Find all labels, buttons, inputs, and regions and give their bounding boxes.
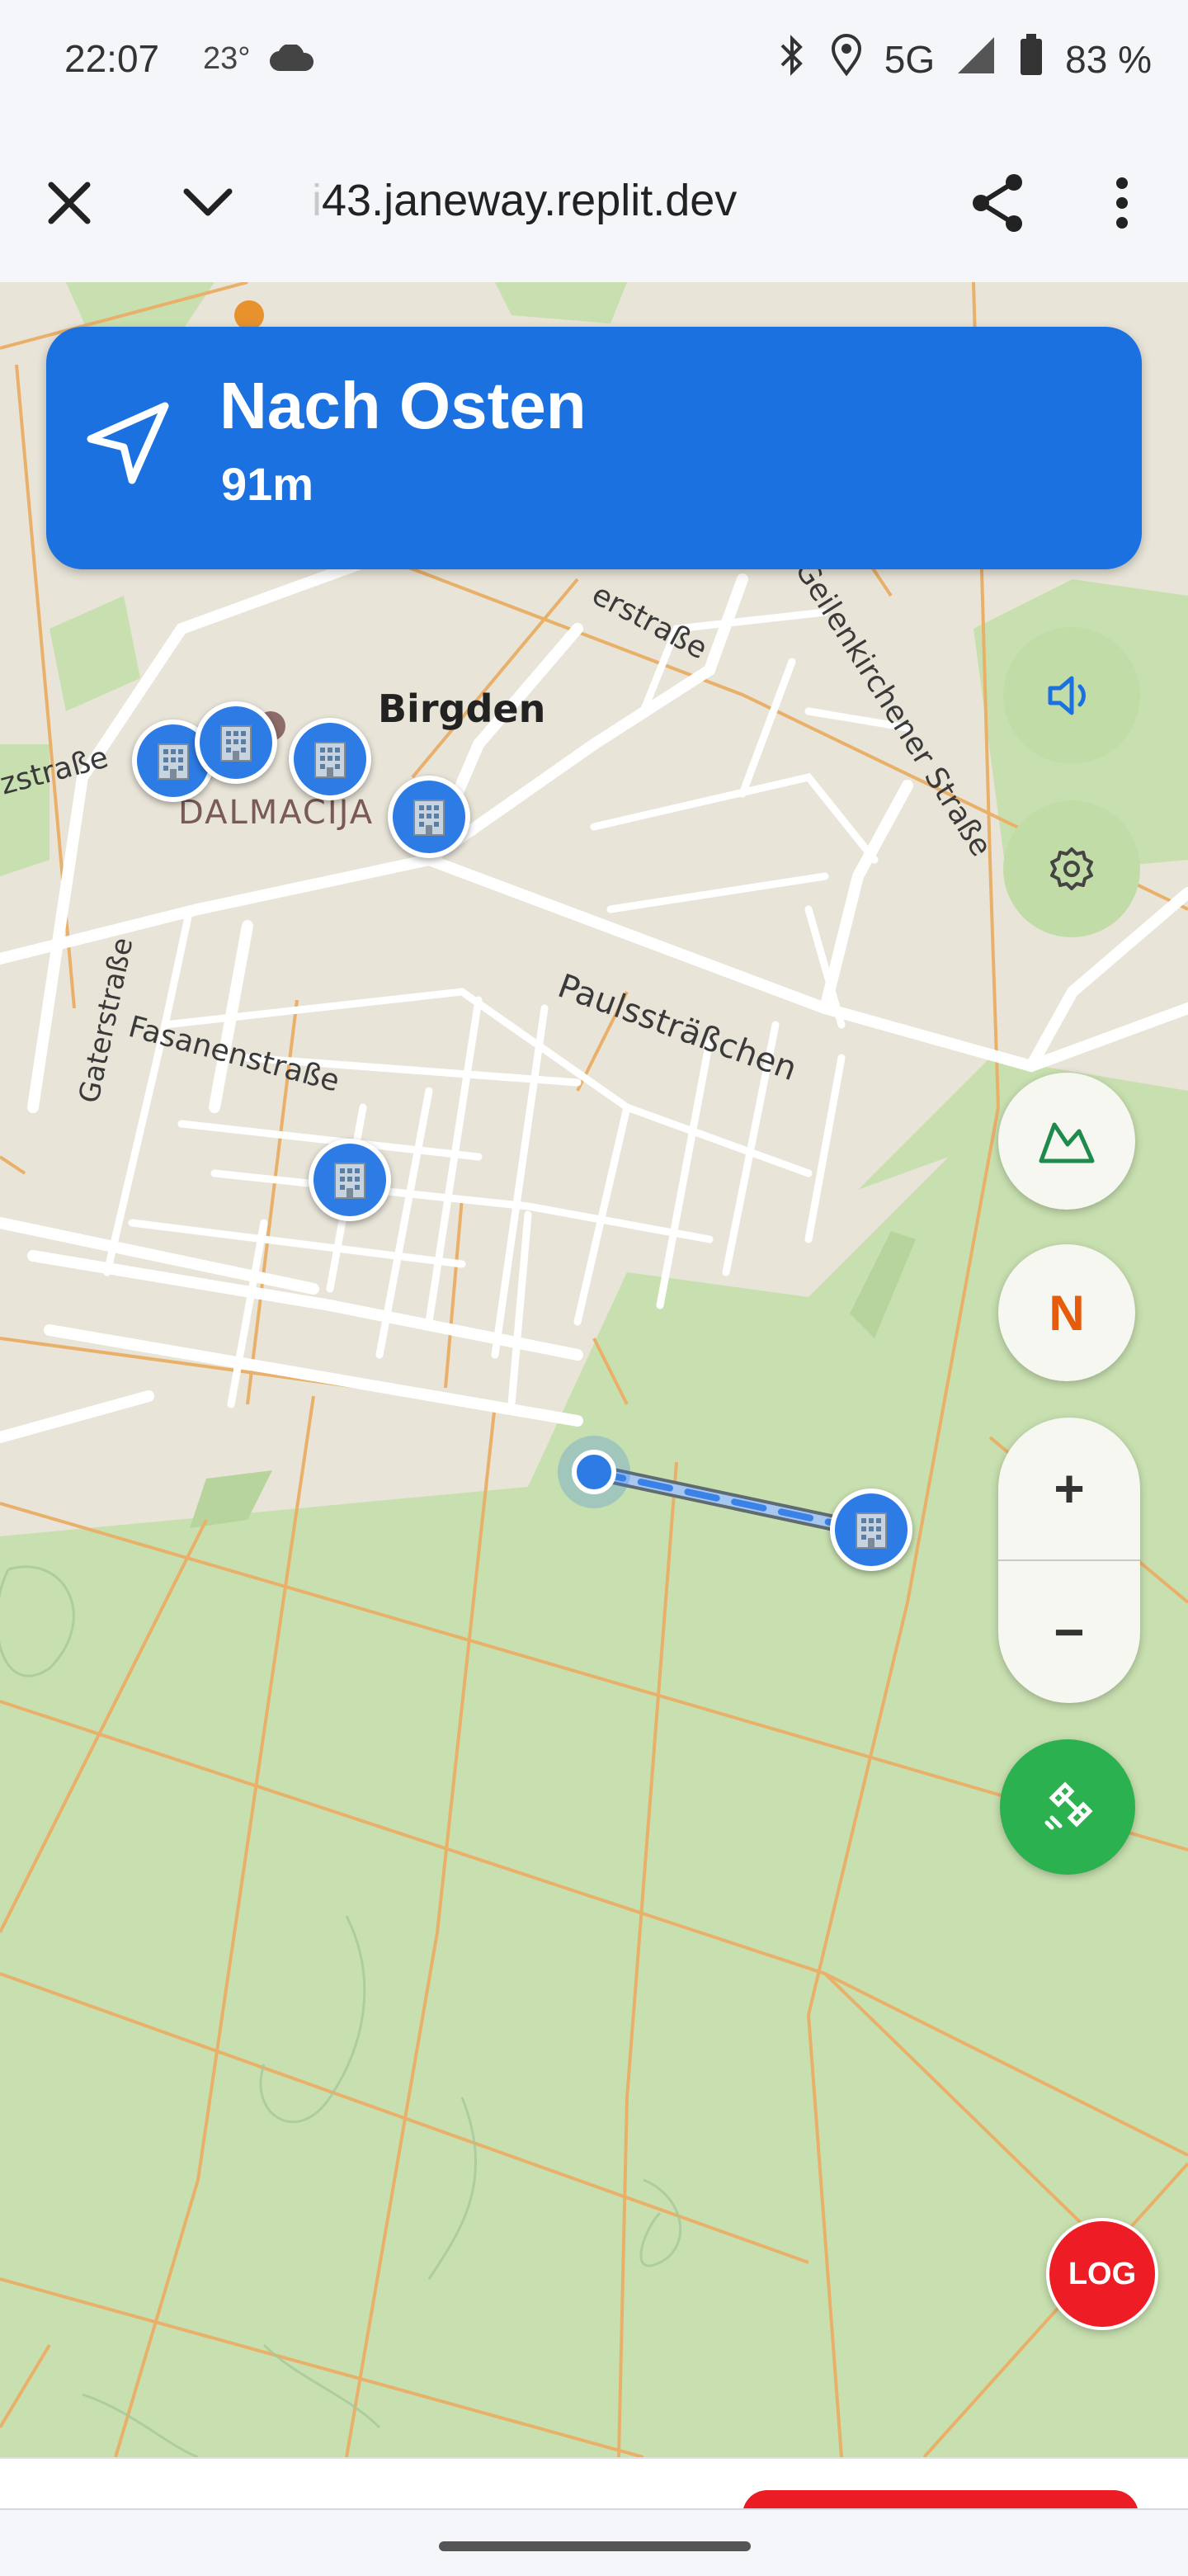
status-time: 22:07 — [64, 37, 160, 80]
building-marker[interactable] — [309, 1139, 391, 1221]
building-icon — [334, 1163, 365, 1199]
url-text: 43.janeway.replit.dev — [322, 176, 738, 225]
building-marker[interactable] — [289, 718, 371, 800]
cloud-icon — [269, 43, 315, 77]
mountain-icon — [1039, 1122, 1095, 1163]
collapse-button[interactable] — [168, 163, 248, 243]
compass-button[interactable]: N — [998, 1244, 1135, 1381]
sound-button[interactable] — [1003, 627, 1140, 764]
building-icon — [314, 742, 346, 778]
navigation-banner: Nach Osten 91m — [46, 327, 1142, 569]
building-icon — [158, 743, 189, 780]
battery-icon — [1019, 33, 1044, 86]
nav-instruction: Nach Osten — [219, 369, 587, 442]
satellite-icon — [1044, 1781, 1093, 1830]
browser-toolbar: i43.janeway.replit.dev — [0, 124, 1188, 284]
map-label-town: Birgden — [378, 686, 546, 731]
battery-percent: 83 % — [1065, 38, 1152, 81]
zoom-out-button[interactable]: − — [998, 1561, 1140, 1703]
zoom-in-button[interactable]: + — [998, 1418, 1140, 1559]
share-icon — [973, 174, 1022, 232]
status-bar: 22:07 23° 5G 83 % — [0, 0, 1188, 124]
navigation-arrow-icon — [87, 402, 169, 484]
map-label-district: DALMACIJA — [178, 794, 375, 832]
more-vert-icon — [1116, 177, 1128, 229]
building-icon — [220, 725, 252, 762]
nav-distance: 91m — [221, 458, 314, 510]
destination-marker[interactable] — [830, 1489, 912, 1571]
url-fade: i — [312, 176, 322, 225]
home-gesture-handle[interactable] — [439, 2541, 751, 2551]
building-marker[interactable] — [195, 701, 277, 784]
more-menu-button[interactable] — [1082, 163, 1162, 243]
close-icon — [48, 182, 91, 224]
location-icon — [830, 33, 863, 86]
log-button[interactable]: LOG — [1046, 2218, 1158, 2330]
close-button[interactable] — [30, 163, 109, 243]
status-temperature: 23° — [203, 41, 251, 76]
settings-button[interactable] — [1003, 800, 1140, 937]
map-view[interactable]: Birgden DALMACIJA Paulssträßchen Fasanen… — [0, 282, 1188, 2457]
signal-icon — [956, 35, 997, 84]
volume-icon — [1048, 676, 1086, 715]
building-icon — [856, 1512, 887, 1549]
zoom-controls: + − — [998, 1418, 1140, 1703]
gear-icon — [1050, 847, 1093, 890]
network-label: 5G — [884, 38, 936, 81]
compass-north-label: N — [1049, 1285, 1085, 1341]
url-bar[interactable]: i43.janeway.replit.dev — [312, 175, 737, 226]
chevron-down-icon — [183, 188, 233, 216]
share-button[interactable] — [959, 163, 1038, 243]
system-nav-bar — [0, 2508, 1188, 2576]
location-button[interactable] — [1000, 1739, 1135, 1875]
building-marker[interactable] — [388, 776, 470, 858]
building-icon — [413, 800, 445, 836]
terrain-toggle-button[interactable] — [998, 1073, 1135, 1210]
bluetooth-icon — [776, 34, 808, 86]
